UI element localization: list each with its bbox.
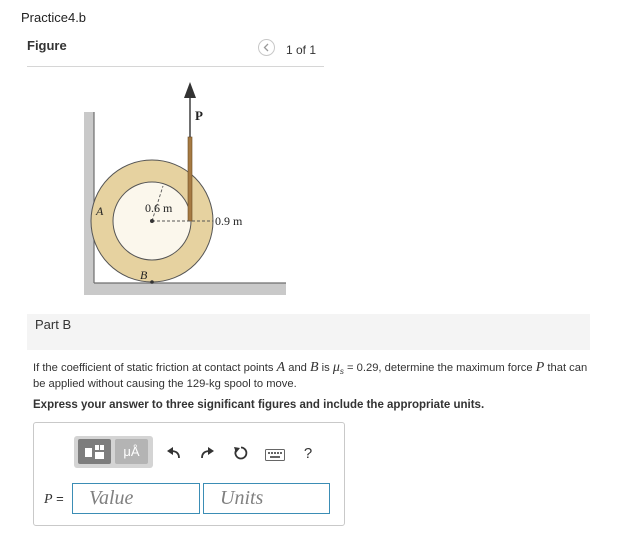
problem-statement: If the coefficient of static friction at… [33, 361, 598, 391]
help-button[interactable]: ? [300, 444, 316, 462]
previous-figure-button[interactable] [258, 39, 275, 56]
redo-button[interactable] [199, 445, 215, 461]
chevron-left-icon [263, 43, 269, 52]
reset-button[interactable] [232, 444, 250, 462]
problem-text-1: If the coefficient of static friction at… [33, 362, 277, 374]
units-input[interactable] [203, 483, 330, 514]
breadcrumb[interactable]: Practice4.b [21, 10, 86, 25]
floor [84, 283, 286, 295]
reset-icon [234, 446, 248, 460]
spool-figure: P 0.6 m 0.9 m A B [84, 82, 286, 295]
value-input[interactable] [72, 483, 200, 514]
redo-icon [201, 447, 214, 459]
figure-title: Figure [27, 38, 67, 53]
force-arrowhead [184, 82, 196, 98]
templates-icon [84, 444, 104, 459]
rope [187, 136, 193, 222]
var-b: B [310, 360, 319, 375]
math-toolbar-group: μÅ [74, 436, 153, 468]
problem-text-3: is [318, 362, 333, 374]
undo-icon [167, 447, 180, 459]
label-point-a: A [95, 204, 104, 218]
figure-pager: 1 of 1 [286, 43, 317, 57]
wall [84, 112, 94, 287]
var-a: A [276, 360, 286, 375]
problem-text-4: = 0.29, determine the maximum force [343, 362, 536, 374]
undo-button[interactable] [166, 445, 182, 461]
units-button[interactable]: μÅ [115, 439, 148, 464]
mu-symbol: μ [332, 360, 340, 375]
var-p: P [535, 360, 545, 375]
part-label: Part B [35, 317, 72, 332]
label-point-b: B [140, 268, 148, 282]
label-inner-radius: 0.6 m [145, 201, 173, 215]
instruction: Express your answer to three significant… [33, 399, 485, 411]
contact-point-b [150, 280, 154, 284]
keyboard-icon [265, 449, 285, 461]
keyboard-button[interactable] [264, 448, 286, 462]
problem-text-2: and [285, 362, 311, 374]
label-outer-radius: 0.9 m [215, 214, 243, 228]
label-force-p: P [195, 108, 203, 123]
answer-equals: = [52, 491, 64, 506]
spool-center [150, 219, 154, 223]
part-header[interactable] [27, 314, 590, 350]
answer-var: P [44, 492, 53, 507]
templates-button[interactable] [78, 439, 111, 464]
figure-divider [27, 66, 324, 67]
answer-variable-label: P = [44, 491, 64, 508]
